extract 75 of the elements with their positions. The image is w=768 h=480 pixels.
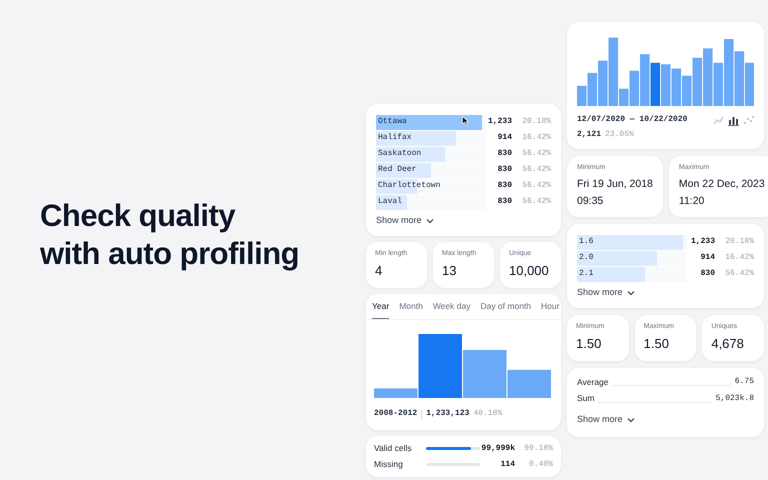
summary-value: 5,023k.8 — [716, 393, 754, 405]
tab[interactable]: Day of month — [480, 300, 532, 320]
row-percent: 56.42% — [724, 268, 754, 280]
tab[interactable]: Month — [399, 300, 423, 320]
row-count: 830 — [498, 196, 512, 208]
summary-label: Average — [577, 376, 609, 388]
row-percent: 56.42% — [521, 164, 551, 176]
date-value: Fri 19 Jun, 2018 — [577, 176, 653, 192]
validity-label: Valid cells — [374, 442, 413, 456]
row-percent: 20.18% — [724, 236, 754, 248]
row-count: 1,233 — [488, 116, 512, 128]
validity-count: 114 — [500, 458, 515, 471]
row-count: 914 — [498, 132, 512, 144]
timeline-bar — [703, 48, 713, 106]
validity-percent: 99.18% — [523, 442, 553, 455]
row-label: Red Deer — [377, 165, 416, 175]
summary-label: Sum — [577, 392, 594, 405]
line-chart-icon[interactable] — [713, 114, 724, 126]
validity-label: Missing — [374, 458, 404, 472]
scatter-chart-icon[interactable] — [743, 114, 754, 126]
time-value: 11:20 — [678, 194, 706, 210]
validity-percent: 0.40% — [528, 458, 553, 471]
tab[interactable]: Week day — [432, 300, 470, 320]
stat-value: 1.50 — [576, 335, 602, 353]
show-more-button[interactable]: Show more — [577, 413, 754, 426]
row-percent: 56.42% — [521, 148, 551, 160]
chevron-down-icon — [626, 290, 635, 296]
summary-value: 6.75 — [734, 376, 754, 388]
range-label: 2008-2012 — [374, 408, 418, 420]
timeline-bar — [661, 64, 671, 106]
range-percent: 40.18% — [473, 408, 502, 420]
timeline-range: 12/07/2020 — 10/22/2020 — [577, 114, 688, 126]
timeline-bar — [672, 68, 682, 106]
timeline-percent: 23.05% — [605, 129, 634, 141]
range-count: 1,233,123 — [426, 408, 470, 420]
chevron-down-icon — [426, 218, 434, 224]
bar-chart-icon[interactable] — [728, 114, 739, 126]
row-percent: 20.18% — [521, 116, 551, 128]
row-label: Ottawa — [377, 117, 407, 127]
stat-value: 4 — [375, 262, 384, 280]
stat-value: 1.50 — [644, 335, 670, 353]
row-count: 830 — [498, 180, 512, 192]
timeline-bar — [650, 62, 660, 106]
timeline-count: 2,121 — [577, 129, 602, 141]
timeline-bar — [745, 62, 754, 106]
show-more-button[interactable]: Show more — [376, 214, 434, 228]
row-count: 830 — [700, 268, 715, 280]
row-label: 2.1 — [578, 269, 594, 279]
row-count: 914 — [700, 252, 715, 264]
stat-value: 13 — [442, 262, 458, 280]
validity-count: 99,999k — [481, 442, 515, 455]
row-percent: 56.42% — [521, 180, 551, 192]
row-count: 830 — [498, 148, 512, 160]
show-more-button[interactable]: Show more — [577, 286, 635, 300]
tab[interactable]: Hour — [541, 300, 560, 320]
time-value: 09:35 — [577, 194, 604, 210]
headline: Check quality with auto profiling — [40, 197, 300, 273]
row-label: 1.6 — [578, 237, 594, 247]
chevron-down-icon — [626, 416, 635, 423]
row-label: Halifax — [377, 133, 412, 143]
row-count: 830 — [498, 164, 512, 176]
row-label: 2.0 — [578, 253, 594, 263]
row-label: Laval — [377, 197, 402, 207]
row-label: Saskatoon — [377, 149, 422, 159]
timeline-bar — [734, 51, 744, 106]
row-count: 1,233 — [690, 236, 715, 248]
cursor-icon — [462, 116, 469, 126]
stat-value: 4,678 — [711, 335, 745, 353]
date-value: Mon 22 Dec, 2023 — [678, 176, 765, 192]
row-percent: 56.42% — [521, 196, 551, 208]
row-percent: 16.42% — [724, 252, 754, 264]
tab[interactable]: Year — [372, 300, 390, 320]
row-percent: 16.42% — [521, 132, 551, 144]
stat-value: 10,000 — [509, 262, 550, 280]
row-label: Charlottetown — [377, 181, 440, 191]
